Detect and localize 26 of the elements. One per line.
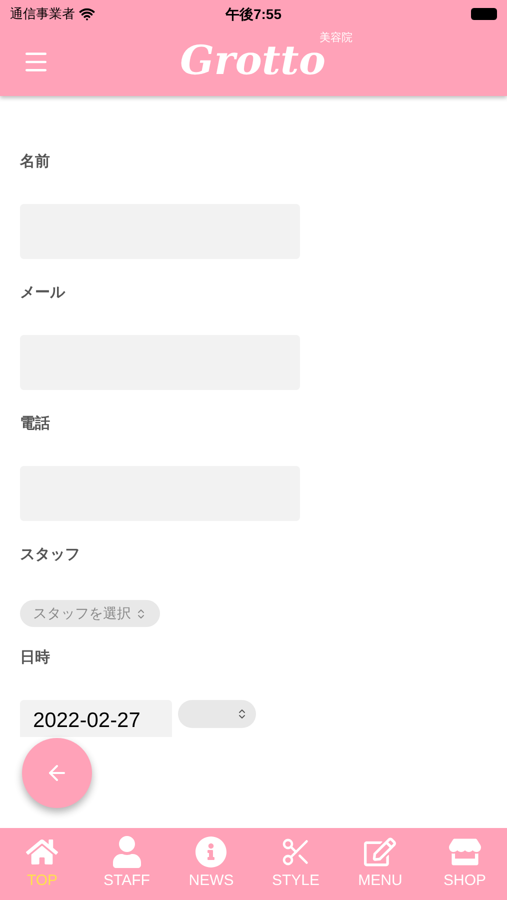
tab-item[interactable]: STYLE <box>254 828 338 900</box>
field-label: スタッフ <box>20 545 81 565</box>
staff-select[interactable]: スタッフを選択 <box>20 600 160 627</box>
updown-icon <box>236 708 248 720</box>
field-label: 電話 <box>20 414 51 434</box>
battery-icon <box>471 8 497 20</box>
field-label: 名前 <box>20 152 51 172</box>
edit-icon <box>364 836 396 868</box>
carrier-name: 通信事業者 <box>10 5 75 24</box>
store-icon <box>448 836 481 868</box>
tab-item[interactable]: NEWS <box>169 828 254 900</box>
tab-item[interactable]: TOP <box>0 828 84 900</box>
tab-item[interactable]: MENU <box>338 828 422 900</box>
status-time: 午後7:55 <box>225 4 282 24</box>
user-icon <box>110 836 143 868</box>
logo-subtitle: 美容院 <box>320 30 353 44</box>
updown-icon <box>135 608 147 620</box>
date-field[interactable]: 2022-02-27 <box>20 700 172 737</box>
info-icon <box>195 836 228 868</box>
time-select[interactable] <box>178 700 256 728</box>
tab-item[interactable]: STAFF <box>84 828 169 900</box>
wifi-icon <box>79 6 95 22</box>
back-button[interactable] <box>22 738 92 808</box>
field-label: 日時 <box>20 648 51 668</box>
tab-item[interactable]: SHOP <box>422 828 507 900</box>
field-label: メール <box>20 283 66 303</box>
